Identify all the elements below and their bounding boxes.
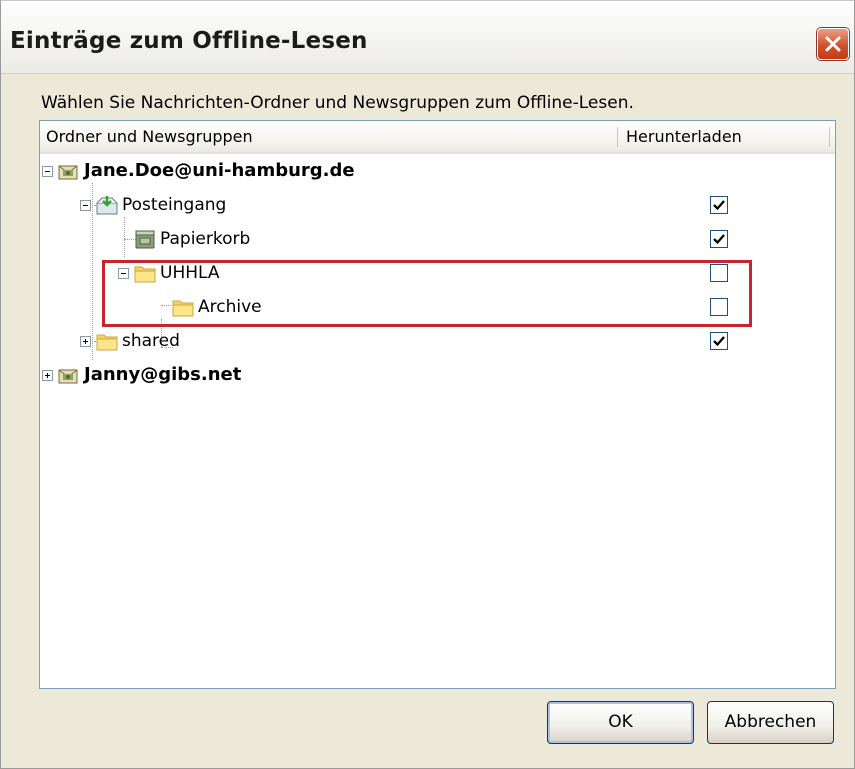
window-title: Einträge zum Offline-Lesen xyxy=(10,28,368,54)
tree-row-label: Papierkorb xyxy=(160,229,251,249)
column-folders-newsgroups[interactable]: Ordner und Newsgruppen xyxy=(40,121,618,152)
expand-icon[interactable] xyxy=(80,336,91,347)
tree-row-label: Janny@gibs.net xyxy=(84,364,242,385)
mail-account-icon xyxy=(58,365,80,385)
column-separator xyxy=(829,127,830,147)
download-checkbox[interactable] xyxy=(710,332,728,350)
collapse-icon[interactable] xyxy=(42,166,53,177)
inbox-icon xyxy=(96,195,118,215)
tree-row-label: Jane.Doe@uni-hamburg.de xyxy=(84,160,355,181)
tree-row-label: Posteingang xyxy=(122,195,227,215)
folder-icon xyxy=(96,331,118,351)
tree-row[interactable]: shared xyxy=(40,325,835,359)
tree-row-label: shared xyxy=(122,331,180,351)
collapse-icon[interactable] xyxy=(80,200,91,211)
dialog-description: Wählen Sie Nachrichten-Ordner und Newsgr… xyxy=(41,93,634,113)
tree-row[interactable]: Papierkorb xyxy=(40,223,835,257)
ok-button[interactable]: OK xyxy=(547,701,694,744)
tree-row[interactable]: Posteingang xyxy=(40,189,835,223)
column-download[interactable]: Herunterladen xyxy=(618,121,828,152)
highlight-box xyxy=(102,260,752,327)
mail-account-icon xyxy=(58,161,80,181)
close-icon xyxy=(825,36,841,52)
download-checkbox[interactable] xyxy=(710,230,728,248)
column-header: Ordner und Newsgruppen Herunterladen xyxy=(40,121,835,154)
title-bar[interactable]: Einträge zum Offline-Lesen xyxy=(1,1,854,74)
tree-row[interactable]: Jane.Doe@uni-hamburg.de xyxy=(40,155,835,189)
close-button[interactable] xyxy=(817,28,849,60)
folder-tree[interactable]: Ordner und Newsgruppen Herunterladen Jan… xyxy=(39,120,836,689)
tree-row[interactable]: Janny@gibs.net xyxy=(40,359,835,393)
expand-icon[interactable] xyxy=(42,370,53,381)
download-checkbox[interactable] xyxy=(710,196,728,214)
trash-icon xyxy=(134,229,156,249)
dialog-window: Einträge zum Offline-Lesen Wählen Sie Na… xyxy=(0,0,855,769)
cancel-button[interactable]: Abbrechen xyxy=(707,701,834,744)
